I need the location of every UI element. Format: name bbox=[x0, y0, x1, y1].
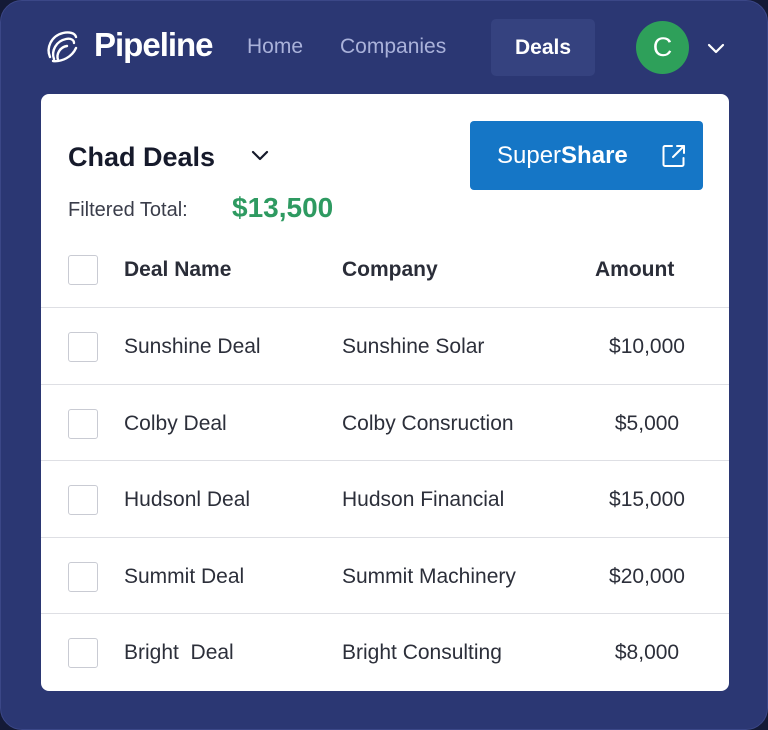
deals-card: Chad Deals SuperShare Filtered Total: $1… bbox=[41, 94, 729, 691]
brand-name[interactable]: Pipeline bbox=[94, 25, 214, 65]
pipeline-logo-icon bbox=[47, 31, 78, 63]
deal-name-cell: Summit Deal bbox=[124, 564, 245, 588]
amount-cell: $10,000 bbox=[609, 335, 685, 358]
page-title[interactable]: Chad Deals bbox=[68, 140, 215, 174]
external-link-icon bbox=[662, 145, 685, 167]
amount-cell: $8,000 bbox=[614, 641, 680, 664]
table-row[interactable]: Bright Deal Bright Consulting $8,000 bbox=[41, 614, 729, 691]
nav-home[interactable]: Home bbox=[247, 33, 303, 61]
row-checkbox[interactable] bbox=[68, 561, 98, 592]
row-checkbox[interactable] bbox=[68, 408, 98, 439]
filtered-total-label: Filtered Total: bbox=[68, 199, 188, 221]
chevron-down-icon[interactable] bbox=[707, 41, 725, 55]
supershare-label: SuperShare bbox=[497, 142, 628, 169]
amount-cell: $20,000 bbox=[609, 564, 685, 588]
supershare-button[interactable]: SuperShare bbox=[470, 121, 703, 190]
nav-deals[interactable]: Deals bbox=[491, 19, 595, 76]
avatar[interactable]: C bbox=[636, 21, 689, 74]
amount-cell: $5,000 bbox=[614, 411, 680, 435]
row-checkbox[interactable] bbox=[68, 638, 98, 668]
deal-name-cell: Colby Deal bbox=[124, 411, 227, 435]
table-header: Deal Name Company Amount bbox=[41, 231, 729, 308]
app-window: Pipeline Home Companies Deals C Chad Dea… bbox=[0, 0, 768, 730]
nav-companies[interactable]: Companies bbox=[340, 33, 446, 61]
table-row[interactable]: Summit Deal Summit Machinery $20,000 bbox=[41, 538, 729, 614]
deal-name-cell: Sunshine Deal bbox=[124, 335, 261, 358]
company-cell: Summit Machinery bbox=[342, 564, 516, 588]
column-header-deal-name[interactable]: Deal Name bbox=[124, 231, 231, 309]
deals-table: Deal Name Company Amount Sunshine Deal S… bbox=[41, 231, 729, 691]
company-cell: Bright Consulting bbox=[342, 641, 502, 664]
company-cell: Hudson Financial bbox=[342, 488, 505, 511]
table-row[interactable]: Sunshine Deal Sunshine Solar $10,000 bbox=[41, 308, 729, 385]
column-header-amount[interactable]: Amount bbox=[595, 231, 674, 309]
amount-cell: $15,000 bbox=[609, 488, 685, 511]
filtered-total-value: $13,500 bbox=[232, 192, 334, 223]
top-nav: Pipeline Home Companies Deals C bbox=[1, 1, 768, 95]
company-cell: Colby Consruction bbox=[342, 411, 514, 435]
column-header-company[interactable]: Company bbox=[342, 231, 438, 309]
table-row[interactable]: Hudsonl Deal Hudson Financial $15,000 bbox=[41, 461, 729, 538]
row-checkbox[interactable] bbox=[68, 332, 98, 362]
deal-name-cell: Bright Deal bbox=[124, 641, 234, 664]
deal-name-cell: Hudsonl Deal bbox=[124, 488, 251, 511]
chevron-down-icon[interactable] bbox=[251, 150, 269, 162]
company-cell: Sunshine Solar bbox=[342, 335, 485, 358]
row-checkbox[interactable] bbox=[68, 485, 98, 515]
table-row[interactable]: Colby Deal Colby Consruction $5,000 bbox=[41, 385, 729, 461]
select-all-checkbox[interactable] bbox=[68, 255, 98, 285]
